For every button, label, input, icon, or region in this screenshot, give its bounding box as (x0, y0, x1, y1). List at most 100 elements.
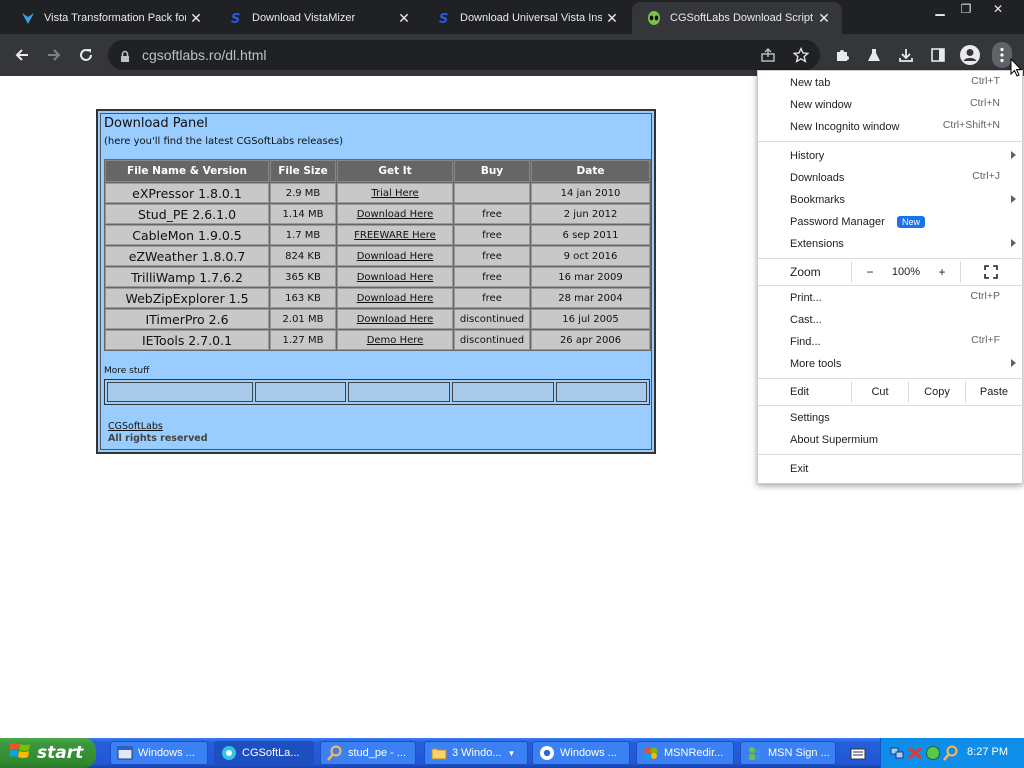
get-it-link[interactable]: Download Here (337, 309, 453, 329)
close-icon[interactable]: ✕ (186, 10, 206, 27)
close-window-icon[interactable]: ✕ (984, 0, 1012, 18)
menu-item-new-tab[interactable]: New tab Ctrl+T (758, 72, 1024, 94)
date-cell: 14 jan 2010 (531, 183, 650, 203)
get-it-link-text[interactable]: FREEWARE Here (354, 230, 436, 241)
close-icon[interactable]: ✕ (814, 10, 834, 27)
taskbar-button[interactable]: CGSoftLa... (214, 741, 314, 765)
more-stuff-cell[interactable] (107, 382, 253, 402)
file-name-cell: WebZipExplorer 1.5 (105, 288, 269, 308)
menu-item-bookmarks[interactable]: Bookmarks (758, 189, 1024, 211)
menu-item-find[interactable]: Find... Ctrl+F (758, 331, 1024, 353)
tab-vista-transformation[interactable]: Vista Transformation Pack for ✕ (6, 2, 214, 34)
address-bar[interactable]: cgsoftlabs.ro/dl.html (108, 40, 820, 70)
taskbar-button[interactable]: Windows ... (532, 741, 630, 765)
date-cell-text: 26 apr 2006 (559, 334, 622, 346)
edit-row: Edit Cut Copy Paste (758, 381, 1024, 403)
globe-icon[interactable] (925, 745, 941, 765)
menu-item-print[interactable]: Print... Ctrl+P (758, 287, 1024, 309)
get-it-link[interactable]: Download Here (337, 204, 453, 224)
get-it-link[interactable]: Download Here (337, 288, 453, 308)
cut-button[interactable]: Cut (852, 381, 908, 403)
get-it-link[interactable]: Download Here (337, 267, 453, 287)
tab-cgsoftlabs[interactable]: CGSoftLabs Download Script ✕ (632, 2, 842, 34)
menu-item-exit[interactable]: Exit (758, 458, 1024, 480)
more-stuff-cell[interactable] (348, 382, 450, 402)
more-stuff-cell[interactable] (255, 382, 346, 402)
side-panel-icon[interactable] (928, 45, 948, 65)
tab-universal-vista[interactable]: S Download Universal Vista Ins ✕ (422, 2, 630, 34)
security-alert-icon[interactable] (907, 745, 923, 765)
tab-download-vistamizer[interactable]: S Download VistaMizer ✕ (214, 2, 422, 34)
more-stuff-cell[interactable] (556, 382, 647, 402)
start-button[interactable]: start (0, 738, 96, 768)
taskbar-button-label: Windows ... (560, 747, 617, 759)
menu-item-cast[interactable]: Cast... (758, 309, 1024, 331)
get-it-link-text[interactable]: Trial Here (371, 188, 418, 199)
star-icon[interactable] (791, 45, 811, 65)
search-icon[interactable] (943, 745, 959, 765)
taskbar-button[interactable]: MSN Sign ... (740, 741, 836, 765)
taskbar-button[interactable]: stud_pe - ... (320, 741, 416, 765)
taskbar-button[interactable]: Windows ... (110, 741, 208, 765)
zoom-out-button[interactable]: − (858, 261, 882, 283)
menu-item-history[interactable]: History (758, 145, 1024, 167)
date-cell-text: 2 jun 2012 (563, 208, 618, 220)
file-size-cell: 2.9 MB (270, 183, 336, 203)
labs-flask-icon[interactable] (864, 45, 884, 65)
buy-cell-text: free (482, 250, 502, 262)
forward-icon[interactable] (42, 43, 66, 67)
footer-link[interactable]: CGSoftLabs (108, 421, 163, 432)
menu-separator (758, 378, 1024, 379)
menu-item-extensions[interactable]: Extensions (758, 233, 1024, 255)
file-size-cell: 163 KB (270, 288, 336, 308)
paste-button[interactable]: Paste (966, 381, 1022, 403)
menu-kebab-icon[interactable] (992, 42, 1012, 68)
buy-cell-text: discontinued (459, 334, 525, 346)
alien-icon (646, 10, 662, 26)
get-it-link-text[interactable]: Download Here (357, 272, 434, 283)
get-it-link[interactable]: Download Here (337, 246, 453, 266)
taskbar-button[interactable]: MSNRedir... (636, 741, 734, 765)
panel-subtitle: (here you'll find the latest CGSoftLabs … (104, 136, 343, 147)
buy-cell: free (454, 204, 530, 224)
menu-item-about[interactable]: About Supermium (758, 429, 1024, 451)
taskbar-button[interactable]: 3 Windo... ▼ (424, 741, 528, 765)
get-it-link-text[interactable]: Download Here (357, 293, 434, 304)
minimize-icon[interactable]: ▁ (926, 0, 954, 18)
close-icon[interactable]: ✕ (394, 10, 414, 27)
reload-icon[interactable] (74, 43, 98, 67)
menu-item-shortcut: Ctrl+Shift+N (942, 119, 1000, 131)
share-icon[interactable] (758, 45, 778, 65)
get-it-link-text[interactable]: Download Here (357, 251, 434, 262)
restore-icon[interactable]: ❐ (952, 0, 980, 18)
copy-button[interactable]: Copy (909, 381, 965, 403)
download-icon[interactable] (896, 45, 916, 65)
extensions-icon[interactable] (832, 45, 852, 65)
buy-cell: free (454, 267, 530, 287)
fullscreen-icon[interactable] (978, 261, 1004, 283)
profile-avatar-icon[interactable] (958, 43, 982, 67)
menu-item-incognito[interactable]: New Incognito window Ctrl+Shift+N (758, 116, 1024, 138)
back-icon[interactable] (10, 43, 34, 67)
menu-item-downloads[interactable]: Downloads Ctrl+J (758, 167, 1024, 189)
menu-separator (758, 405, 1024, 406)
start-label: start (37, 743, 84, 763)
more-stuff-cell[interactable] (452, 382, 554, 402)
lock-icon[interactable] (120, 48, 130, 67)
menu-item-password-manager[interactable]: Password Manager New (758, 211, 1024, 233)
close-icon[interactable]: ✕ (602, 10, 622, 27)
get-it-link-text[interactable]: Download Here (357, 314, 434, 325)
get-it-link[interactable]: Demo Here (337, 330, 453, 350)
menu-separator (758, 141, 1024, 142)
date-cell: 9 oct 2016 (531, 246, 650, 266)
menu-item-settings[interactable]: Settings (758, 407, 1024, 429)
get-it-link[interactable]: FREEWARE Here (337, 225, 453, 245)
network-icon[interactable] (889, 745, 905, 765)
keyboard-icon[interactable] (850, 746, 866, 765)
zoom-in-button[interactable]: + (930, 261, 954, 283)
menu-item-more-tools[interactable]: More tools (758, 353, 1024, 375)
get-it-link-text[interactable]: Demo Here (367, 335, 424, 346)
get-it-link-text[interactable]: Download Here (357, 209, 434, 220)
get-it-link[interactable]: Trial Here (337, 183, 453, 203)
menu-item-new-window[interactable]: New window Ctrl+N (758, 94, 1024, 116)
